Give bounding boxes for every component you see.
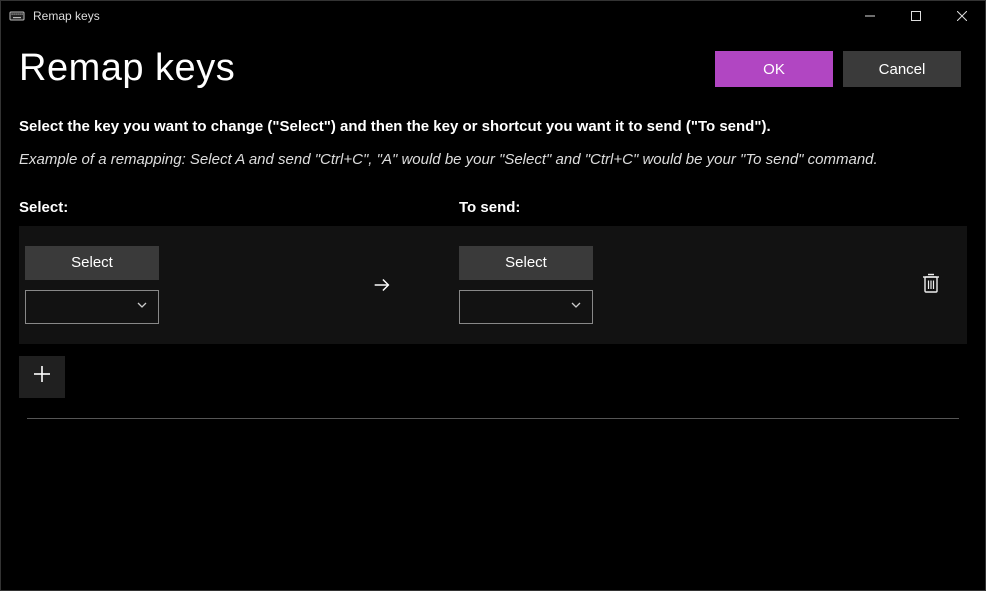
- cancel-button[interactable]: Cancel: [843, 51, 961, 87]
- ok-button[interactable]: OK: [715, 51, 833, 87]
- delete-column: [911, 265, 951, 305]
- header: Remap keys OK Cancel: [1, 31, 985, 98]
- maximize-button[interactable]: [893, 1, 939, 31]
- select-key-dropdown[interactable]: [25, 290, 159, 324]
- minimize-button[interactable]: [847, 1, 893, 31]
- example-text: Example of a remapping: Select A and sen…: [19, 149, 967, 171]
- window-title: Remap keys: [33, 9, 100, 23]
- plus-icon: [32, 363, 52, 391]
- close-button[interactable]: [939, 1, 985, 31]
- page-title: Remap keys: [19, 47, 235, 90]
- select-column: Select: [25, 246, 305, 324]
- add-mapping-button[interactable]: [19, 356, 65, 398]
- columns-header: Select: To send:: [19, 199, 967, 226]
- keyboard-icon: [9, 8, 25, 24]
- select-key-button[interactable]: Select: [25, 246, 159, 280]
- delete-row-button[interactable]: [911, 265, 951, 305]
- divider: [27, 418, 959, 419]
- tosend-column: Select: [459, 246, 659, 324]
- tosend-key-dropdown[interactable]: [459, 290, 593, 324]
- trash-icon: [921, 272, 941, 297]
- header-buttons: OK Cancel: [715, 51, 961, 87]
- mapping-row: Select Select: [19, 226, 967, 344]
- tosend-column-header: To send:: [459, 199, 520, 216]
- titlebar-left: Remap keys: [9, 8, 100, 24]
- tosend-key-button[interactable]: Select: [459, 246, 593, 280]
- instructions-text: Select the key you want to change ("Sele…: [19, 116, 967, 137]
- chevron-down-icon: [570, 298, 582, 316]
- window-controls: [847, 1, 985, 31]
- select-column-header: Select:: [19, 199, 459, 216]
- titlebar: Remap keys: [1, 1, 985, 31]
- add-row-section: [19, 344, 967, 418]
- content: Select the key you want to change ("Sele…: [1, 98, 985, 419]
- chevron-down-icon: [136, 298, 148, 316]
- arrow-icon: [305, 274, 459, 296]
